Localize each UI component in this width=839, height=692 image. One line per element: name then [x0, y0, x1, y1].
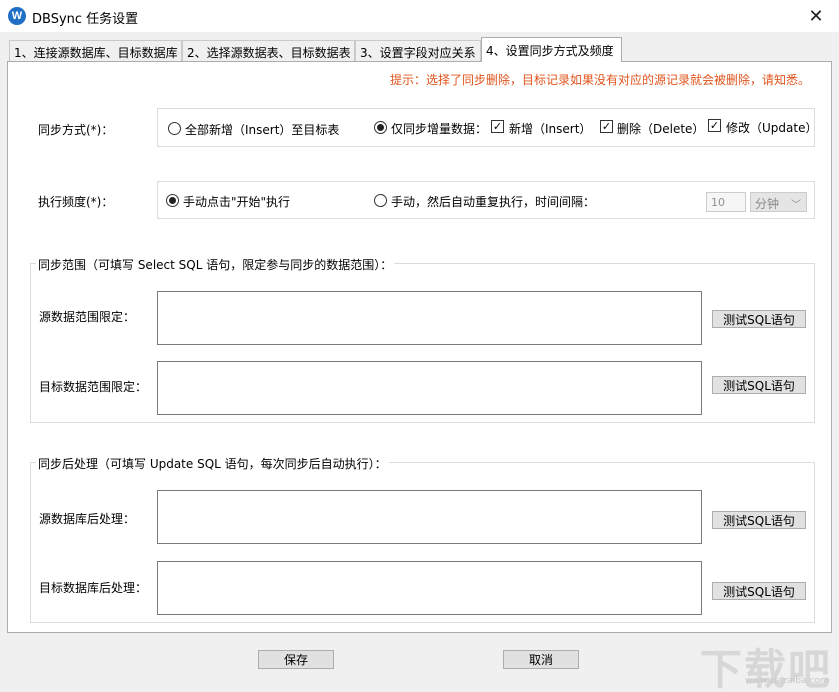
sync-scope-legend: 同步范围（可填写 Select SQL 语句，限定参与同步的数据范围）： [36, 256, 395, 273]
sync-full-label[interactable]: 全部新增（Insert）至目标表 [185, 121, 339, 138]
update-checkbox[interactable]: ✓ [708, 119, 721, 132]
delete-warning-hint: 提示：选择了同步删除，目标记录如果没有对应的源记录就会被删除，请知悉。 [390, 73, 811, 87]
test-target-scope-sql-button[interactable]: 测试SQL语句 [712, 376, 806, 394]
update-checkbox-label[interactable]: 修改（Update） [726, 119, 817, 136]
chevron-down-icon: ﹀ [791, 200, 801, 211]
auto-repeat-label[interactable]: 手动，然后自动重复执行，时间间隔： [391, 193, 595, 210]
interval-unit-value: 分钟 [755, 197, 780, 211]
delete-checkbox-label[interactable]: 删除（Delete） [617, 120, 704, 137]
insert-checkbox[interactable]: ✓ [491, 120, 504, 133]
tab-sync-mode[interactable]: 4、设置同步方式及频度 [481, 37, 622, 62]
sync-mode-label: 同步方式(*)： [38, 123, 114, 137]
target-post-textarea[interactable] [157, 561, 702, 615]
test-target-post-sql-button[interactable]: 测试SQL语句 [712, 582, 806, 600]
auto-repeat-radio[interactable] [374, 194, 387, 207]
manual-run-radio[interactable] [166, 194, 179, 207]
insert-checkbox-label[interactable]: 新增（Insert） [509, 120, 591, 137]
save-button[interactable]: 保存 [258, 650, 334, 669]
target-post-label: 目标数据库后处理： [39, 581, 148, 595]
test-source-post-sql-button[interactable]: 测试SQL语句 [712, 511, 806, 529]
interval-unit-select[interactable]: 分钟 ﹀ [750, 192, 807, 212]
app-logo-icon: W [8, 7, 26, 25]
watermark-url: www.xiazaiba.com [745, 676, 829, 686]
sync-incremental-label[interactable]: 仅同步增量数据： [391, 120, 487, 137]
sync-incremental-radio[interactable] [374, 121, 387, 134]
tab-select-tables[interactable]: 2、选择源数据表、目标数据表 [182, 40, 355, 61]
window-title: DBSync 任务设置 [32, 12, 139, 27]
tab-field-mapping[interactable]: 3、设置字段对应关系 [355, 40, 481, 61]
interval-input[interactable]: 10 [706, 192, 746, 212]
sync-full-radio[interactable] [168, 122, 181, 135]
tab-connect-databases[interactable]: 1、连接源数据库、目标数据库 [9, 40, 182, 61]
source-post-textarea[interactable] [157, 490, 702, 544]
frequency-label: 执行频度(*)： [38, 195, 114, 209]
manual-run-label[interactable]: 手动点击"开始"执行 [183, 193, 290, 210]
post-process-legend: 同步后处理（可填写 Update SQL 语句，每次同步后自动执行）： [36, 455, 389, 472]
source-scope-textarea[interactable] [157, 291, 702, 345]
delete-checkbox[interactable]: ✓ [600, 120, 613, 133]
close-button[interactable]: ✕ [793, 0, 839, 32]
test-source-scope-sql-button[interactable]: 测试SQL语句 [712, 310, 806, 328]
source-scope-label: 源数据范围限定： [39, 310, 136, 324]
target-scope-label: 目标数据范围限定： [39, 380, 148, 394]
source-post-label: 源数据库后处理： [39, 512, 136, 526]
cancel-button[interactable]: 取消 [503, 650, 579, 669]
target-scope-textarea[interactable] [157, 361, 702, 415]
